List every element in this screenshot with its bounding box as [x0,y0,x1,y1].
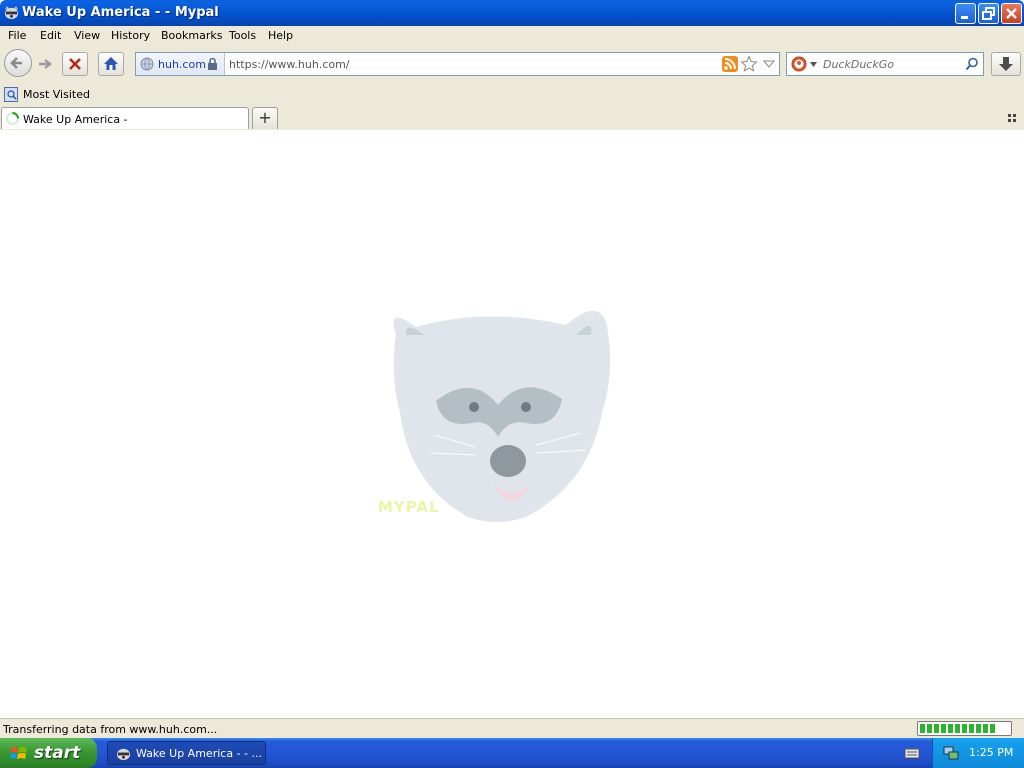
forward-arrow-icon [39,59,52,69]
progress-fill [920,724,995,733]
taskbar-window-button[interactable]: Wake Up America - - ... [107,741,266,765]
progress-segment [941,724,946,733]
progress-segment [976,724,981,733]
progress-segment [969,724,974,733]
bookmarks-toolbar: Most Visited [0,84,1024,106]
url-bar[interactable]: huh.com https://www.huh.com/ [135,52,780,76]
most-visited-link[interactable]: Most Visited [23,88,90,101]
bookmark-star-icon[interactable] [740,55,758,73]
tab-label: Wake Up America - [23,113,128,126]
start-button[interactable]: start [0,738,97,768]
keyboard-tray-icon[interactable] [904,746,920,760]
search-icon[interactable] [965,57,979,71]
window-title: Wake Up America - - Mypal [22,5,219,20]
page-content: MYPAL [0,130,1024,718]
stop-x-icon [69,58,81,70]
minimize-icon [961,16,968,19]
close-button[interactable] [1001,3,1022,24]
progress-segment [927,724,932,733]
menu-edit[interactable]: Edit [40,29,61,42]
progress-segment [934,724,939,733]
back-arrow-icon [10,57,22,69]
menu-view[interactable]: View [74,29,100,42]
taskbar-window-label: Wake Up America - - ... [136,747,262,760]
menu-file[interactable]: File [8,29,26,42]
system-tray: 1:25 PM [932,738,1024,768]
search-bar[interactable]: DuckDuckGo [786,52,984,76]
dropdown-arrow-icon[interactable] [763,60,775,68]
raccoon-app-icon [4,5,19,20]
restore-icon [982,7,995,20]
progress-meter [917,721,1012,736]
menu-bar: File Edit View History Bookmarks Tools H… [0,26,1024,46]
download-arrow-icon [999,57,1013,71]
site-identity-button[interactable]: huh.com [136,53,225,75]
title-bar[interactable]: Wake Up America - - Mypal [0,0,1024,26]
progress-segment [983,724,988,733]
clock[interactable]: 1:25 PM [969,746,1013,759]
raccoon-app-icon [116,748,131,761]
mypal-logo-text: MYPAL [378,498,440,516]
start-label: start [34,743,81,763]
rss-feed-icon[interactable] [722,56,738,72]
restore-button[interactable] [978,3,999,24]
loading-throbber-icon [5,111,20,126]
identity-domain: huh.com [158,58,206,71]
progress-segment [948,724,953,733]
engine-dropdown-icon[interactable] [810,62,817,67]
home-icon [104,57,118,70]
progress-segment [962,724,967,733]
status-bar: Transferring data from www.huh.com... [0,718,1024,738]
network-tray-icon[interactable] [943,745,959,761]
search-placeholder: DuckDuckGo [823,58,894,71]
duckduckgo-engine-icon[interactable] [791,56,807,72]
tab-wake-up-america[interactable]: Wake Up America - [1,107,249,129]
stop-button[interactable] [62,52,88,76]
progress-segment [990,724,995,733]
status-text: Transferring data from www.huh.com... [3,723,218,736]
forward-button[interactable] [34,52,56,76]
close-icon [1006,8,1017,19]
menu-help[interactable]: Help [268,29,293,42]
raccoon-logo-image [393,310,610,522]
globe-icon [140,57,154,71]
new-tab-button[interactable]: + [252,107,278,129]
windows-logo-icon [10,747,27,759]
most-visited-folder-icon [4,87,18,102]
minimize-button[interactable] [955,3,976,24]
progress-segment [920,724,925,733]
url-text[interactable]: https://www.huh.com/ [229,58,350,71]
back-button[interactable] [4,49,32,77]
downloads-button[interactable] [991,52,1021,76]
tab-list-icon[interactable] [1008,113,1018,123]
home-button[interactable] [98,52,124,76]
menu-history[interactable]: History [111,29,150,42]
menu-bookmarks[interactable]: Bookmarks [161,29,222,42]
menu-tools[interactable]: Tools [229,29,256,42]
lock-icon [208,58,217,70]
progress-segment [955,724,960,733]
